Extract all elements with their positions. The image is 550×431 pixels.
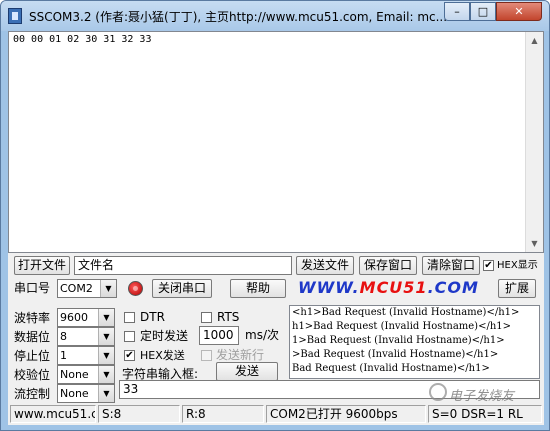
flow-control-value: None	[60, 387, 89, 400]
scroll-down-icon[interactable]: ▼	[526, 235, 543, 252]
rts-label: RTS	[217, 310, 240, 324]
scroll-up-icon[interactable]: ▲	[526, 32, 543, 49]
maximize-button[interactable]: □	[470, 2, 496, 21]
chevron-down-icon: ▼	[98, 309, 114, 326]
flow-control-select[interactable]: None ▼	[57, 384, 115, 403]
send-newline-checkbox[interactable]	[201, 350, 212, 361]
rts-checkbox[interactable]	[201, 312, 212, 323]
hex-display-label: HEX显示	[497, 260, 538, 271]
app-icon	[8, 8, 22, 24]
hex-send-checkbox[interactable]: ✔	[124, 350, 135, 361]
minimize-button[interactable]: –	[444, 2, 470, 21]
data-bits-value: 8	[60, 330, 67, 343]
baud-label: 波特率	[14, 311, 51, 325]
dtr-label: DTR	[140, 310, 165, 324]
status-port-state: COM2已打开 9600bps	[266, 405, 426, 423]
send-file-button[interactable]: 发送文件	[296, 256, 354, 275]
filename-input[interactable]: 文件名	[74, 256, 292, 275]
log-area[interactable]: <h1>Bad Request (Invalid Hostname)</h1> …	[289, 305, 540, 379]
parity-select[interactable]: None ▼	[57, 365, 115, 384]
interval-unit-label: ms/次	[245, 328, 279, 342]
close-button[interactable]: ✕	[496, 2, 542, 21]
port-label: 串口号	[14, 281, 51, 295]
watermark-logo-icon	[429, 383, 447, 401]
data-bits-label: 数据位	[14, 330, 51, 344]
receive-text: 00 00 01 02 30 31 32 33	[13, 34, 152, 45]
brand-prefix: WWW.	[298, 278, 360, 297]
log-line: <h1>Bad Request (Invalid Hostname)</h1>	[292, 307, 520, 318]
brand-suffix: .COM	[427, 278, 479, 297]
window-title: SSCOM3.2 (作者:聂小猛(丁丁), 主页http://www.mcu51…	[29, 10, 448, 24]
chevron-down-icon: ▼	[100, 280, 116, 297]
log-line: 1>Bad Request (Invalid Hostname)</h1>	[292, 335, 505, 346]
watermark: 电子发烧友	[449, 389, 515, 404]
send-newline-label: 发送新行	[216, 348, 265, 362]
title-bar[interactable]: SSCOM3.2 (作者:聂小猛(丁丁), 主页http://www.mcu51…	[1, 1, 549, 31]
port-value: COM2	[60, 282, 93, 295]
baud-value: 9600	[60, 311, 88, 324]
chevron-down-icon: ▼	[98, 385, 114, 402]
send-button[interactable]: 发送	[216, 362, 278, 381]
chevron-down-icon: ▼	[98, 328, 114, 345]
chevron-down-icon: ▼	[98, 366, 114, 383]
receive-scrollbar[interactable]: ▲ ▼	[525, 32, 543, 252]
client-area: 00 00 01 02 30 31 32 33 ▲ ▼ 打开文件 文件名 发送文…	[8, 31, 544, 425]
log-line: h1>Bad Request (Invalid Hostname)</h1>	[292, 321, 512, 332]
log-line: Bad Request (Invalid Hostname)</h1>	[292, 363, 490, 374]
open-file-button[interactable]: 打开文件	[14, 256, 70, 275]
timed-send-checkbox[interactable]	[124, 331, 135, 342]
status-sent-count: S:8	[98, 405, 180, 423]
clear-window-button[interactable]: 清除窗口	[422, 256, 480, 275]
parity-label: 校验位	[14, 368, 51, 382]
timed-send-label: 定时发送	[140, 329, 189, 343]
stop-bits-label: 停止位	[14, 349, 51, 363]
stop-bits-value: 1	[60, 349, 67, 362]
help-button[interactable]: 帮助	[230, 279, 286, 298]
save-window-button[interactable]: 保存窗口	[359, 256, 417, 275]
close-port-button[interactable]: 关闭串口	[152, 279, 212, 298]
status-received-count: R:8	[182, 405, 264, 423]
dtr-checkbox[interactable]	[124, 312, 135, 323]
app-window: SSCOM3.2 (作者:聂小猛(丁丁), 主页http://www.mcu51…	[0, 0, 550, 431]
brand-link[interactable]: WWW.MCU51.COM	[298, 278, 479, 297]
hex-display-checkbox[interactable]: ✔	[483, 260, 494, 271]
stop-bits-select[interactable]: 1 ▼	[57, 346, 115, 365]
log-line: >Bad Request (Invalid Hostname)</h1>	[292, 349, 499, 360]
receive-area[interactable]: 00 00 01 02 30 31 32 33 ▲ ▼	[8, 31, 544, 253]
hex-send-label: HEX发送	[140, 349, 185, 362]
port-status-lamp-icon	[128, 281, 143, 296]
data-bits-select[interactable]: 8 ▼	[57, 327, 115, 346]
interval-input[interactable]: 1000	[199, 326, 239, 345]
status-site: www.mcu51.com	[10, 405, 96, 423]
status-bar: www.mcu51.com S:8 R:8 COM2已打开 9600bps S=…	[8, 403, 544, 425]
flow-control-label: 流控制	[14, 387, 51, 401]
chevron-down-icon: ▼	[98, 347, 114, 364]
port-select[interactable]: COM2 ▼	[57, 279, 117, 298]
parity-value: None	[60, 368, 89, 381]
status-lines: S=0 DSR=1 RL	[428, 405, 542, 423]
expand-button[interactable]: 扩展	[498, 279, 536, 298]
baud-select[interactable]: 9600 ▼	[57, 308, 115, 327]
brand-mid: MCU51	[359, 278, 428, 297]
